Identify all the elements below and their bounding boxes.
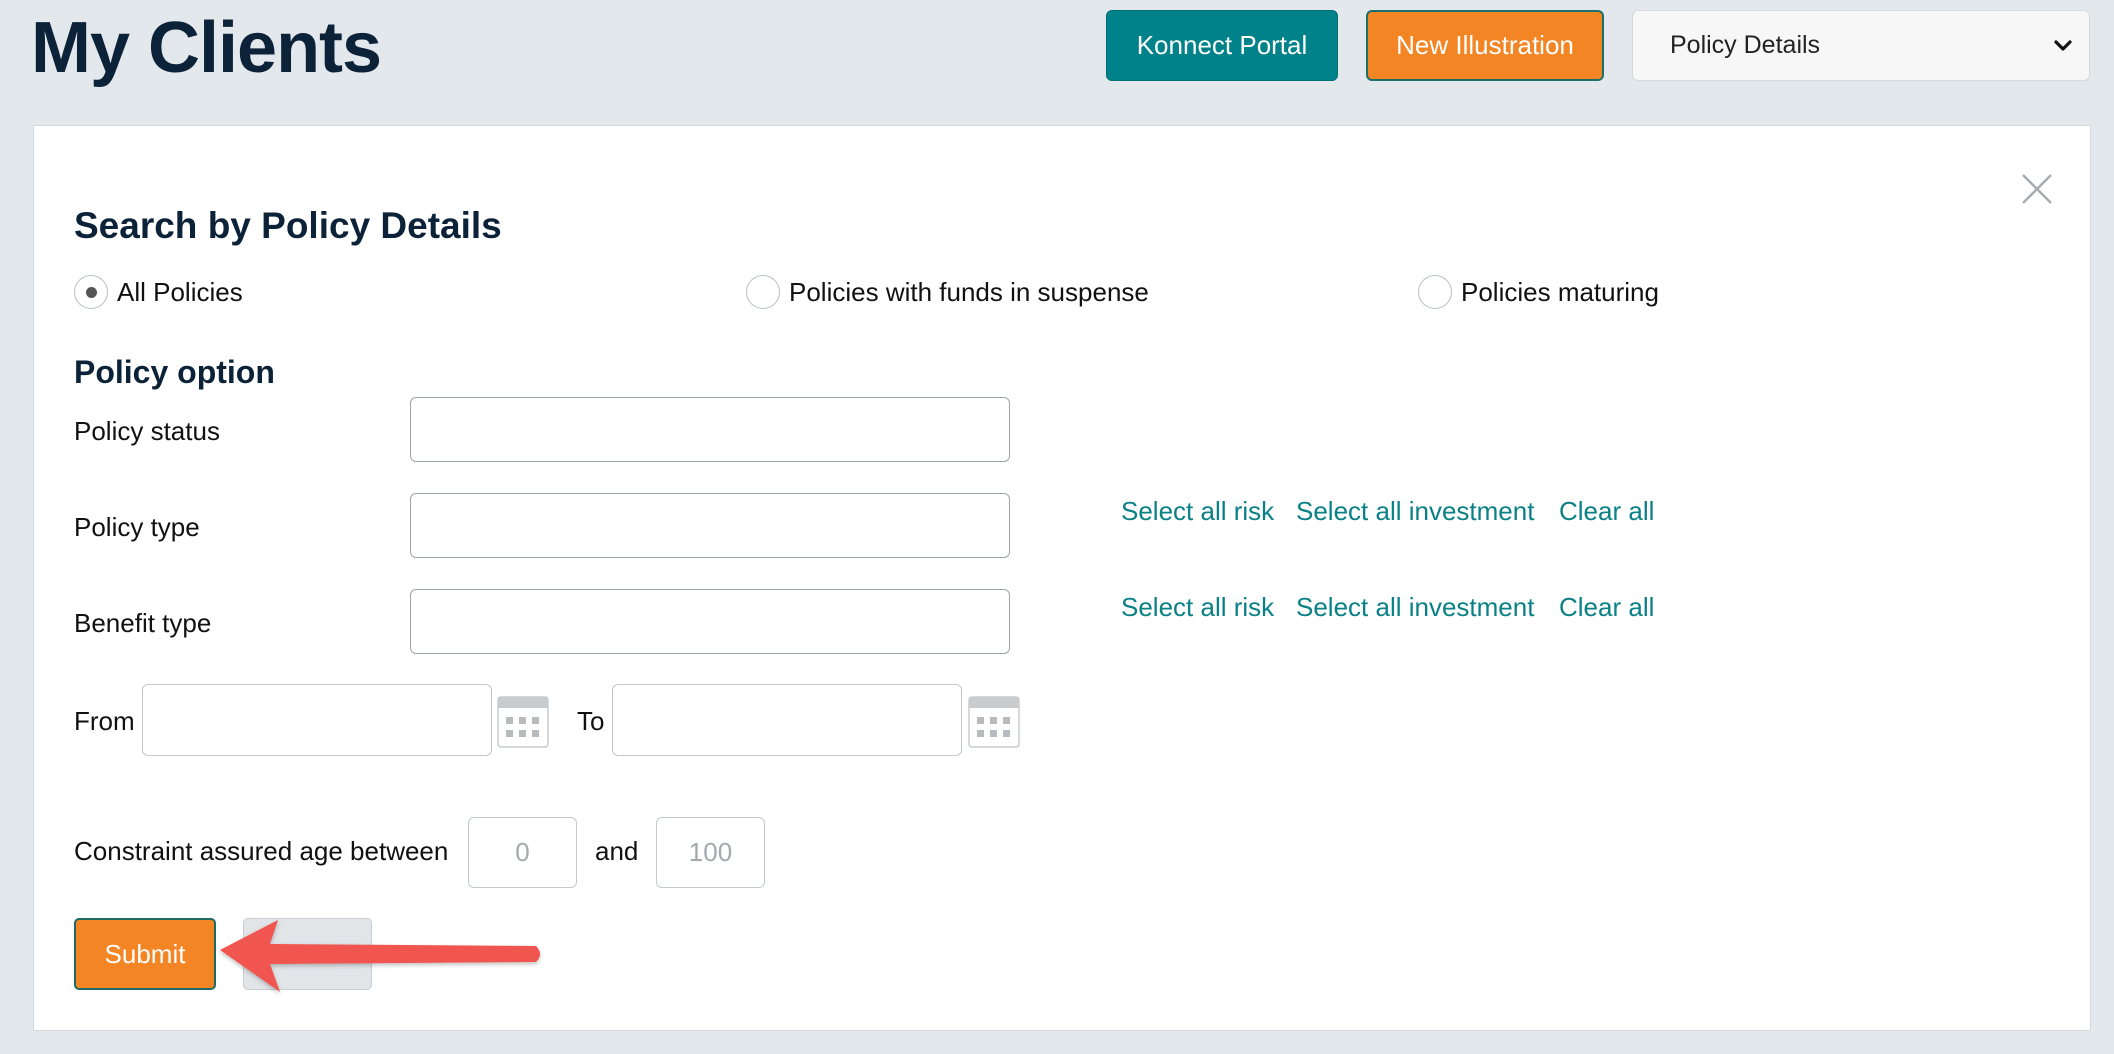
konnect-portal-button[interactable]: Konnect Portal	[1106, 10, 1338, 81]
age-max-input[interactable]: 100	[656, 817, 765, 888]
benefit-type-clear-all-link[interactable]: Clear all	[1559, 590, 1654, 624]
benefit-type-input[interactable]	[410, 589, 1010, 654]
radio-label: All Policies	[117, 277, 243, 307]
close-icon[interactable]	[2020, 172, 2054, 206]
calendar-icon[interactable]	[497, 696, 549, 748]
page-title: My Clients	[31, 8, 382, 88]
policy-type-input[interactable]	[410, 493, 1010, 558]
to-date-input[interactable]	[612, 684, 962, 756]
radio-label: Policies with funds in suspense	[789, 277, 1149, 307]
benefit-type-select-all-risk-link[interactable]: Select all risk	[1121, 590, 1274, 624]
search-mode-select[interactable]: Policy Details	[1632, 10, 2090, 81]
policy-type-select-all-risk-link[interactable]: Select all risk	[1121, 494, 1274, 528]
calendar-icon[interactable]	[968, 696, 1020, 748]
submit-button[interactable]: Submit	[74, 918, 216, 990]
radio-label: Policies maturing	[1461, 277, 1659, 307]
to-label: To	[577, 706, 605, 736]
panel-title: Search by Policy Details	[74, 205, 502, 246]
radio-policies-maturing[interactable]	[1418, 275, 1452, 309]
radio-all-policies[interactable]	[74, 275, 108, 309]
policy-type-clear-all-link[interactable]: Clear all	[1559, 494, 1654, 528]
new-illustration-button[interactable]: New Illustration	[1366, 10, 1604, 81]
chevron-down-icon	[2054, 40, 2072, 51]
benefit-type-label: Benefit type	[74, 608, 212, 638]
from-date-input[interactable]	[142, 684, 492, 756]
age-and-label: and	[595, 836, 639, 866]
search-mode-value: Policy Details	[1670, 31, 1821, 59]
age-min-input[interactable]: 0	[468, 817, 577, 888]
benefit-type-select-all-investment-link[interactable]: Select all investment	[1296, 590, 1534, 624]
policy-status-input[interactable]	[410, 397, 1010, 462]
policy-type-label: Policy type	[74, 512, 200, 542]
from-label: From	[74, 706, 135, 736]
search-panel	[33, 125, 2091, 1031]
policy-option-heading: Policy option	[74, 354, 275, 390]
reset-button[interactable]: Reset	[243, 918, 372, 990]
age-constraint-label: Constraint assured age between	[74, 836, 449, 866]
policy-status-label: Policy status	[74, 416, 220, 446]
radio-funds-in-suspense[interactable]	[746, 275, 780, 309]
policy-type-select-all-investment-link[interactable]: Select all investment	[1296, 494, 1534, 528]
